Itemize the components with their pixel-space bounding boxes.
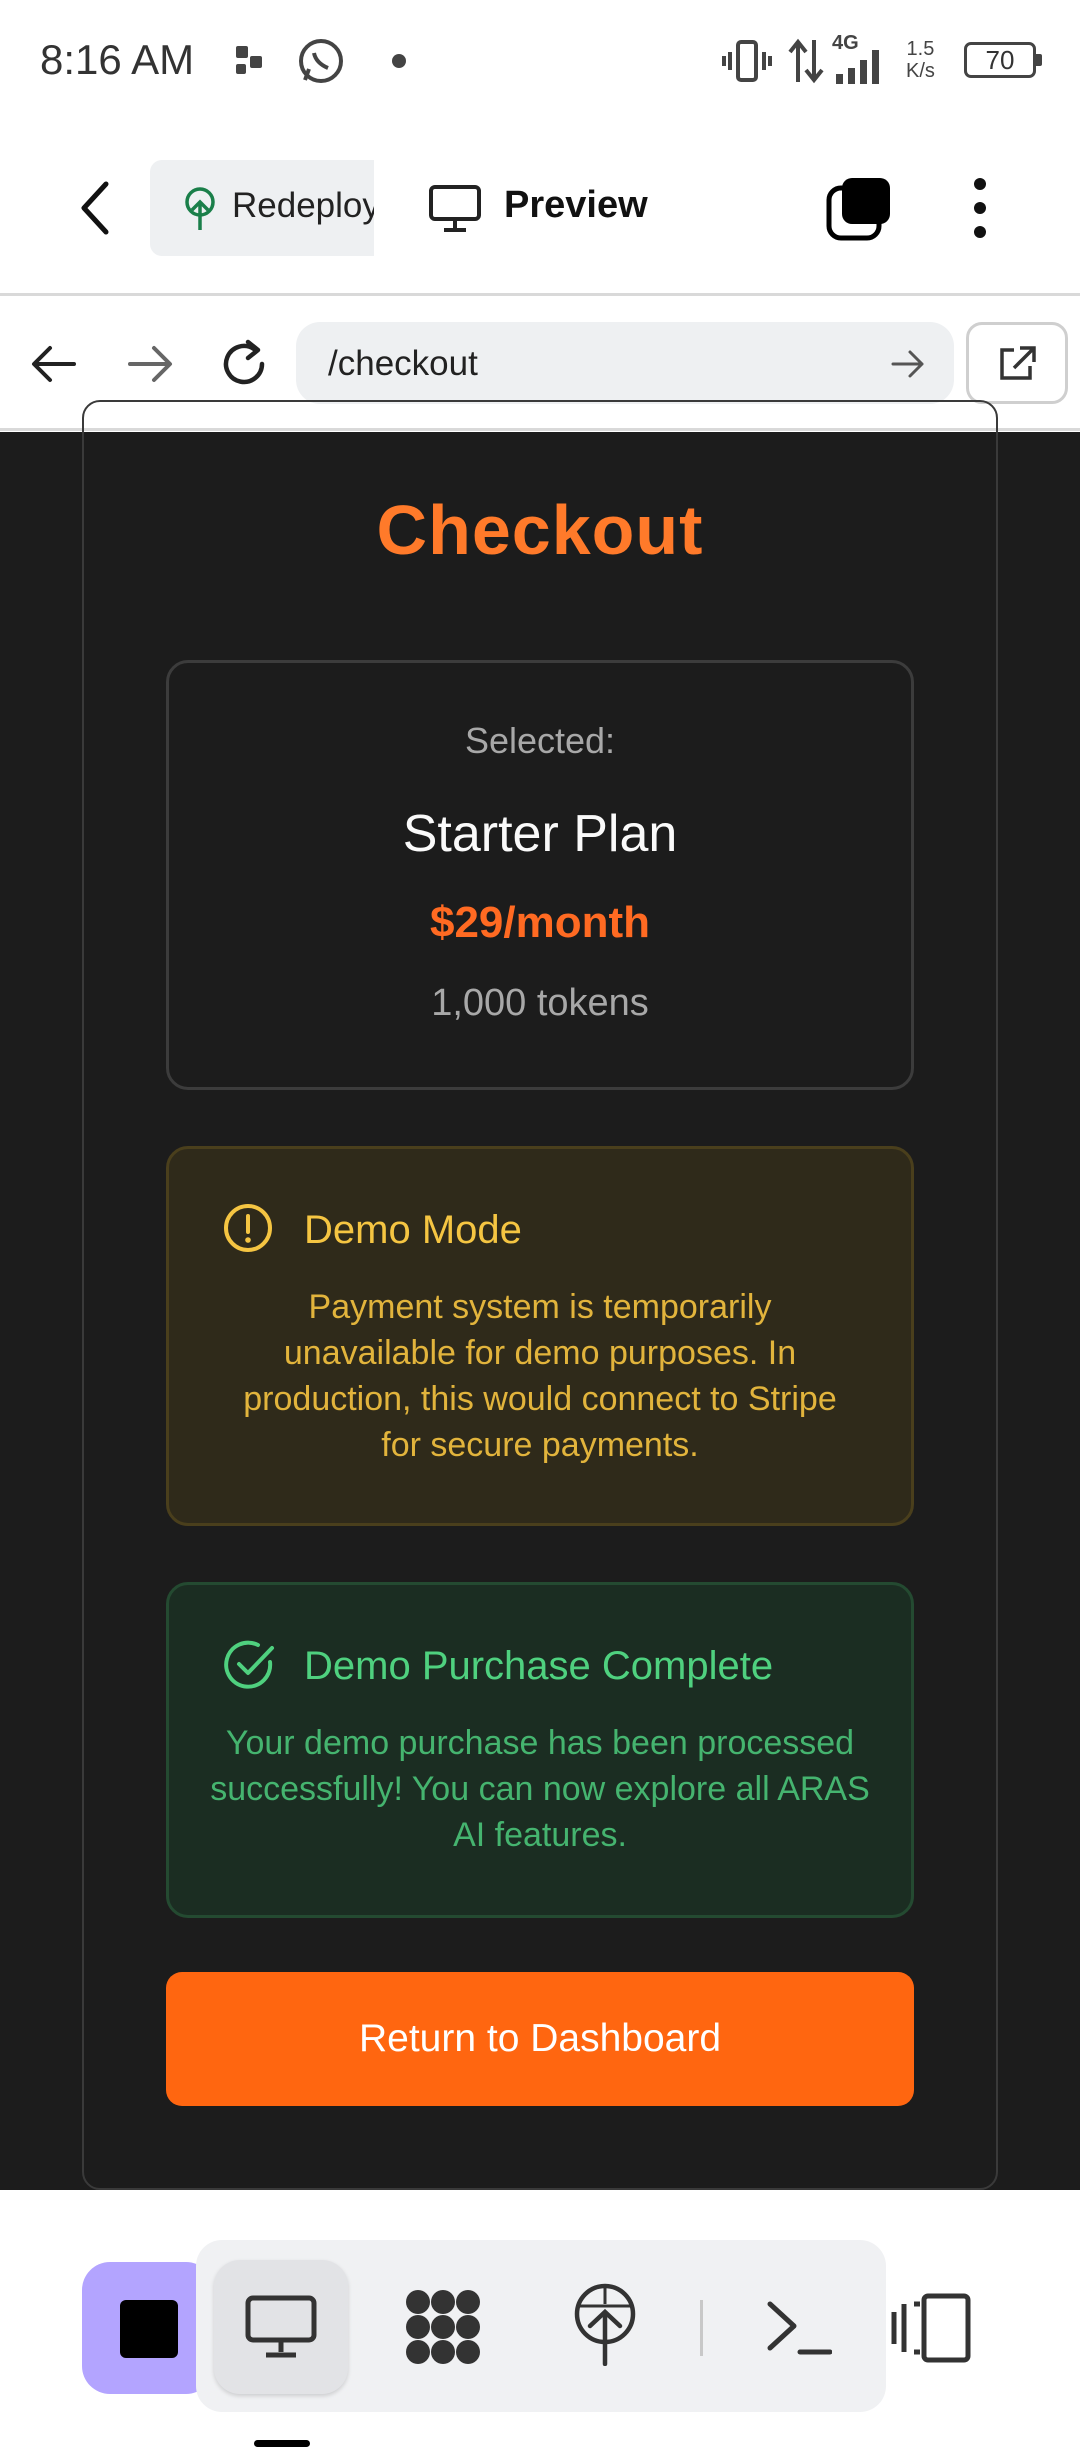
- plan-name: Starter Plan: [402, 805, 678, 863]
- demo-mode-body: Payment system is temporarily unavailabl…: [243, 1288, 837, 1464]
- panel-icon[interactable]: [890, 2292, 972, 2364]
- nodes-icon[interactable]: [402, 2286, 484, 2368]
- battery-indicator: 70: [964, 42, 1042, 78]
- signal-icon: [836, 50, 879, 84]
- purchase-complete-body: Your demo purchase has been processed su…: [210, 1724, 870, 1854]
- purchase-complete-title: Demo Purchase Complete: [304, 1644, 774, 1688]
- url-path: /checkout: [328, 344, 478, 383]
- return-to-dashboard-button[interactable]: Return to Dashboard: [166, 1972, 914, 2106]
- vibrate-icon: [722, 40, 772, 82]
- redeploy-label: Redeploy: [232, 186, 374, 225]
- arrow-left-icon[interactable]: [30, 344, 78, 384]
- plan-price: $29/month: [429, 898, 651, 947]
- data-transfer-icon: [788, 38, 824, 84]
- deploy-tree-icon[interactable]: [572, 2282, 638, 2366]
- alert-circle-icon: [224, 1204, 272, 1252]
- checkout-title: Checkout: [376, 491, 704, 569]
- notification-dot: [392, 54, 406, 68]
- arrow-right-icon[interactable]: [126, 344, 174, 384]
- selected-label: Selected:: [464, 720, 616, 761]
- stop-icon: [120, 2300, 178, 2358]
- reload-icon[interactable]: [218, 338, 272, 390]
- external-link-icon: [1000, 346, 1036, 380]
- notification-app-icon: [236, 46, 262, 74]
- chevron-left-icon[interactable]: [70, 178, 120, 238]
- monitor-icon[interactable]: [428, 184, 482, 234]
- terminal-icon[interactable]: [764, 2296, 832, 2360]
- go-arrow-icon[interactable]: [890, 346, 926, 382]
- preview-tab[interactable]: Preview: [504, 184, 648, 227]
- home-indicator: [254, 2440, 310, 2447]
- tabs-icon[interactable]: [826, 176, 892, 242]
- kebab-menu-icon[interactable]: [960, 176, 1000, 240]
- speed-value: 1.5: [906, 38, 935, 60]
- network-speed: 1.5 K/s: [906, 38, 935, 82]
- status-time: 8:16 AM: [40, 36, 195, 83]
- plan-tokens: 1,000 tokens: [431, 982, 649, 1024]
- demo-mode-title: Demo Mode: [304, 1208, 522, 1252]
- monitor-icon: [245, 2295, 317, 2358]
- whatsapp-icon: [299, 39, 343, 83]
- speed-unit: K/s: [906, 60, 935, 82]
- check-circle-icon: [224, 1640, 274, 1689]
- deploy-tree-icon: [185, 187, 215, 230]
- tray-divider: [700, 2300, 703, 2356]
